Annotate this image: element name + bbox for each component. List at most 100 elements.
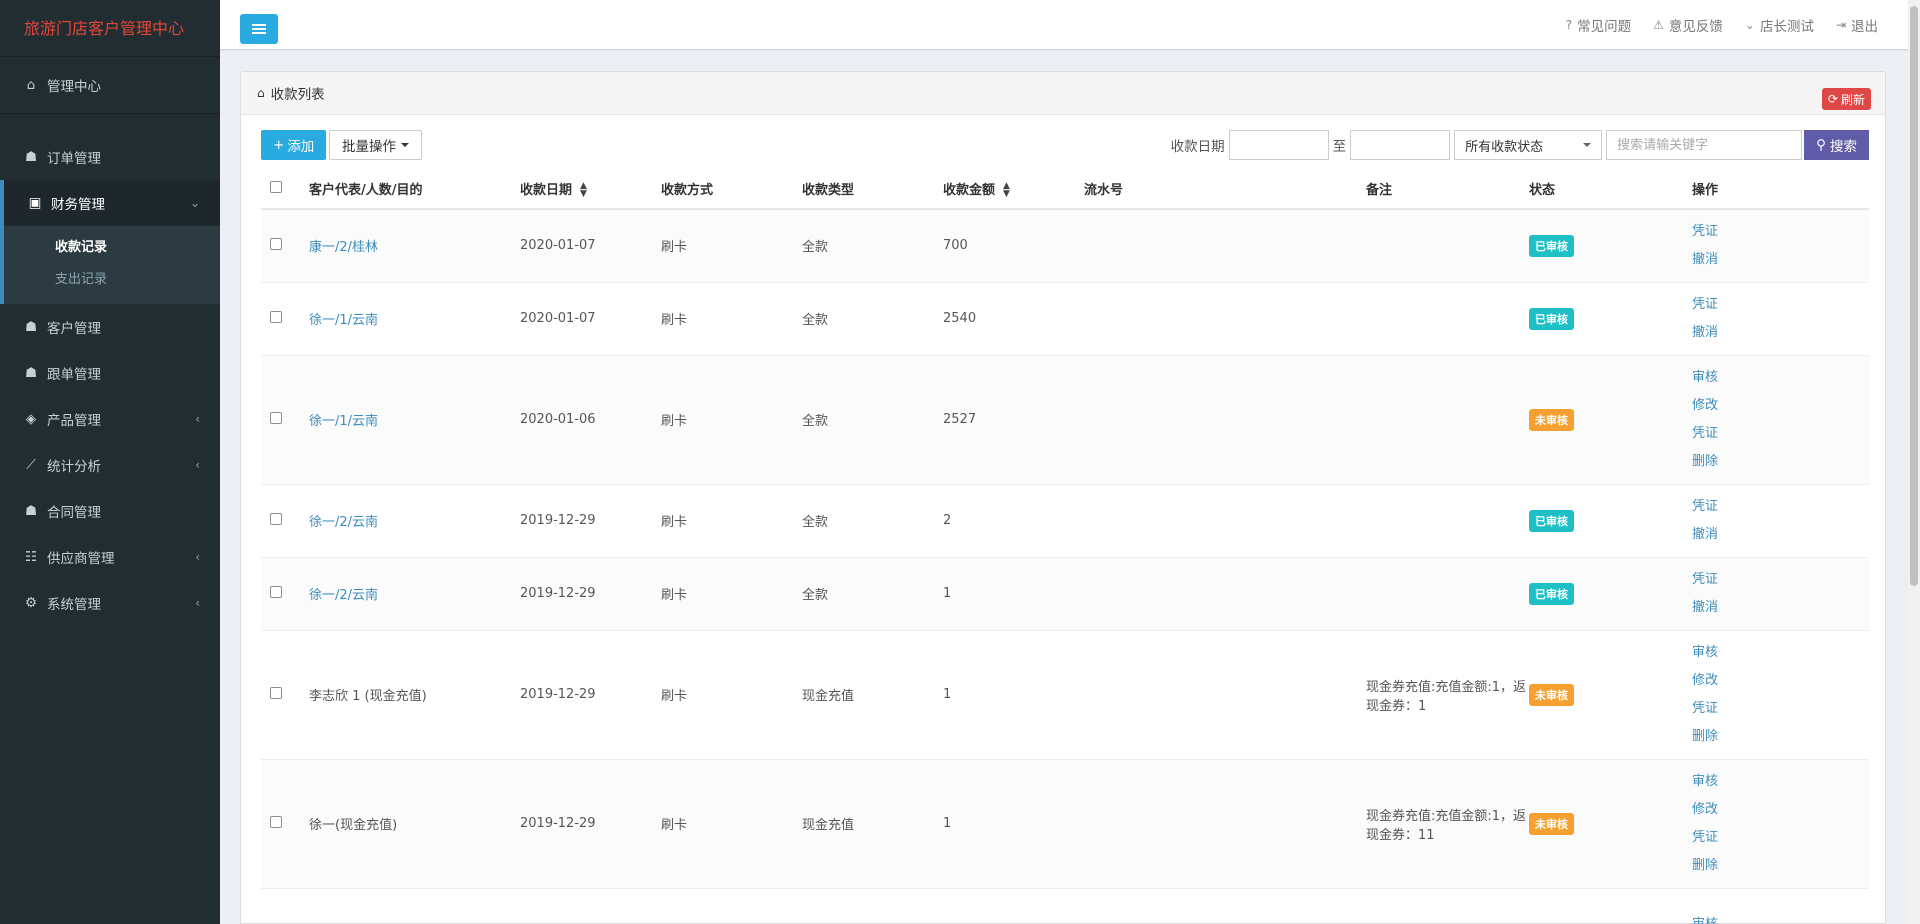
- cell-customer-text[interactable]: 徐一/2/云南: [309, 588, 378, 603]
- sidebar-item-7[interactable]: ☗ 合同管理: [0, 488, 220, 534]
- top-link-1[interactable]: ⚠ 意见反馈: [1653, 15, 1723, 35]
- hamburger-icon: [252, 28, 266, 30]
- row-action-link[interactable]: 审核: [1692, 772, 1869, 791]
- row-action-link[interactable]: 删除: [1692, 727, 1869, 746]
- app-title[interactable]: 旅游门店客户管理中心: [0, 0, 220, 57]
- row-checkbox[interactable]: [270, 815, 282, 828]
- row-action-link[interactable]: 凭证: [1692, 222, 1869, 241]
- top-link-2[interactable]: ⌄ 店长测试: [1745, 15, 1814, 35]
- col-actions: 操作: [1692, 169, 1869, 210]
- top-link-label: 退出: [1851, 19, 1878, 35]
- row-action-link[interactable]: 审核: [1692, 368, 1869, 387]
- row-checkbox[interactable]: [270, 686, 282, 699]
- row-action-link[interactable]: 修改: [1692, 396, 1869, 415]
- select-all-checkbox[interactable]: [270, 180, 282, 193]
- batch-actions-button[interactable]: 批量操作: [329, 130, 422, 160]
- sidebar-item-label: 产品管理: [47, 413, 101, 429]
- sidebar-item-0[interactable]: ⌂ 管理中心: [0, 57, 220, 113]
- row-action-link[interactable]: 审核: [1692, 915, 1869, 924]
- batch-label: 批量操作: [342, 139, 396, 155]
- top-links: ? 常见问题 ⚠ 意见反馈 ⌄ 店长测试 ⇥ 退出: [1566, 0, 1878, 50]
- cell-customer-text[interactable]: 徐一/2/云南: [309, 515, 378, 530]
- cell-amount: 2: [943, 483, 1084, 557]
- sort-icon[interactable]: ▲ ▼: [580, 182, 587, 199]
- cell-serial: [1084, 758, 1366, 888]
- row-actions: 审核 修改 凭证 删除: [1692, 772, 1869, 875]
- sidebar-item-2[interactable]: ▣ 财务管理 ⌄: [0, 180, 220, 226]
- submenu-item-1[interactable]: 支出记录: [4, 264, 220, 296]
- row-action-link[interactable]: 撤消: [1692, 598, 1869, 617]
- cell-serial: [1084, 483, 1366, 557]
- cell-type: 全款: [802, 556, 943, 630]
- sidebar-item-4[interactable]: ☗ 跟单管理: [0, 350, 220, 396]
- sidebar-item-9[interactable]: ⚙ 系统管理 ‹: [0, 580, 220, 626]
- page-scrollbar[interactable]: [1908, 0, 1920, 924]
- top-link-3[interactable]: ⇥ 退出: [1836, 15, 1878, 35]
- submenu-item-0[interactable]: 收款记录: [4, 232, 220, 264]
- question-icon: ?: [1565, 18, 1573, 32]
- sort-icon[interactable]: ▲ ▼: [1003, 182, 1010, 199]
- table-body: 康一/2/桂林 2020-01-07 刷卡 全款 700 已审核 凭证 撤消 徐一/1/云南 20…: [261, 208, 1869, 924]
- sidebar-item-1[interactable]: ☗ 订单管理: [0, 134, 220, 180]
- row-action-link[interactable]: 凭证: [1692, 699, 1869, 718]
- row-action-link[interactable]: 凭证: [1692, 570, 1869, 589]
- cell-method: 刷卡: [661, 208, 802, 282]
- col-type: 收款类型: [802, 169, 943, 210]
- search-input[interactable]: [1606, 130, 1803, 160]
- cell-serial: [1084, 354, 1366, 484]
- row-select-cell: [261, 281, 309, 355]
- row-checkbox[interactable]: [270, 512, 282, 525]
- row-select-cell: [261, 483, 309, 557]
- row-action-link[interactable]: 凭证: [1692, 497, 1869, 516]
- status-badge: 未审核: [1529, 408, 1574, 431]
- refresh-button[interactable]: ⟳ 刷新: [1821, 88, 1871, 110]
- row-checkbox[interactable]: [270, 310, 282, 323]
- row-action-link[interactable]: 凭证: [1692, 295, 1869, 314]
- row-action-link[interactable]: 删除: [1692, 452, 1869, 471]
- select-all-cell: [261, 169, 309, 210]
- sidebar-item-8[interactable]: ☷ 供应商管理 ‹: [0, 534, 220, 580]
- row-action-link[interactable]: 凭证: [1692, 828, 1869, 847]
- cell-customer-text[interactable]: 徐一/1/云南: [309, 414, 378, 429]
- table-row: 徐一/1/云南 2020-01-07 刷卡 全款 2540 已审核 凭证 撤消: [261, 281, 1869, 355]
- cell-customer-text[interactable]: 徐一/1/云南: [309, 313, 378, 328]
- row-action-link[interactable]: 凭证: [1692, 424, 1869, 443]
- date-to-input[interactable]: [1350, 130, 1451, 160]
- add-button[interactable]: + 添加: [261, 130, 327, 160]
- cell-customer-text[interactable]: 康一/2/桂林: [309, 240, 378, 255]
- date-from-input[interactable]: [1228, 130, 1329, 160]
- sidebar-toggle-button[interactable]: [240, 14, 278, 44]
- row-action-link[interactable]: 删除: [1692, 856, 1869, 875]
- cell-date: 2019-12-29: [520, 758, 661, 888]
- sign-out-icon: ⇥: [1835, 18, 1846, 32]
- search-button[interactable]: ⚲ 搜索: [1804, 130, 1869, 160]
- sidebar-item-label: 财务管理: [51, 197, 105, 213]
- row-action-link[interactable]: 修改: [1692, 671, 1869, 690]
- cell-note: [1366, 483, 1529, 557]
- sidebar-item-label: 客户管理: [47, 321, 101, 337]
- row-action-link[interactable]: 撤消: [1692, 323, 1869, 342]
- scrollbar-thumb[interactable]: [1910, 6, 1918, 586]
- cell-type-text: 现金充值: [802, 818, 855, 833]
- col-date[interactable]: 收款日期 ▲ ▼: [520, 169, 661, 210]
- row-select-cell: [261, 208, 309, 282]
- receipts-table: 客户代表/人数/目的 收款日期 ▲ ▼ 收款方式 收款类型 收款金额 ▲ ▼ 流水号 备…: [261, 169, 1869, 924]
- status-select[interactable]: 所有收款状态: [1454, 130, 1603, 160]
- row-checkbox[interactable]: [270, 585, 282, 598]
- row-checkbox[interactable]: [270, 411, 282, 424]
- row-action-link[interactable]: 修改: [1692, 800, 1869, 819]
- top-link-label: 常见问题: [1577, 19, 1632, 35]
- sidebar-item-6[interactable]: ⟋ 统计分析 ‹: [0, 442, 220, 488]
- cell-actions: 审核 修改 凭证 删除: [1692, 354, 1869, 484]
- sidebar-item-3[interactable]: ☗ 客户管理: [0, 304, 220, 350]
- row-action-link[interactable]: 撤消: [1692, 525, 1869, 544]
- row-action-link[interactable]: 撤消: [1692, 250, 1869, 269]
- sidebar-item-5[interactable]: ◈ 产品管理 ‹: [0, 396, 220, 442]
- cell-amount-text: 700: [943, 238, 968, 254]
- row-action-link[interactable]: 审核: [1692, 643, 1869, 662]
- cell-amount-text: 2540: [943, 311, 977, 326]
- col-amount[interactable]: 收款金额 ▲ ▼: [943, 169, 1084, 210]
- row-checkbox[interactable]: [270, 237, 282, 250]
- row-actions: 凭证 撤消: [1692, 570, 1869, 617]
- top-link-0[interactable]: ? 常见问题: [1566, 15, 1631, 35]
